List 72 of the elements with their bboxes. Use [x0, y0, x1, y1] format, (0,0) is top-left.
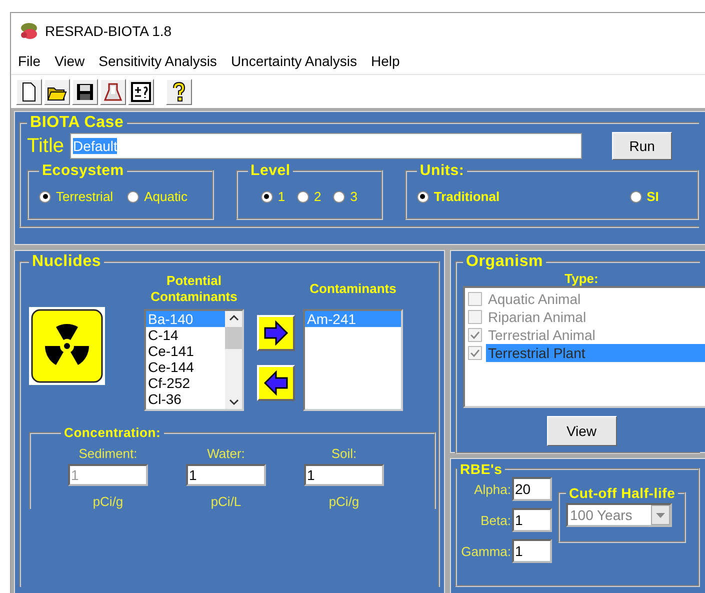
half-life-dropdown[interactable]: 100 Years — [566, 503, 672, 527]
menu-item[interactable]: Uncertainty Analysis — [230, 53, 357, 69]
scrollbar[interactable] — [225, 311, 242, 409]
radiation-icon — [29, 307, 105, 385]
add-button[interactable] — [257, 315, 295, 351]
caret-icon — [656, 512, 665, 518]
app-logo-icon — [19, 22, 39, 40]
field-label: Sediment: — [78, 446, 138, 461]
group-title: Concentration: — [63, 425, 162, 440]
document-icon — [21, 82, 37, 102]
group-title: RBE's — [459, 461, 504, 477]
group-title: Level — [250, 162, 292, 179]
group-title: BIOTA Case — [29, 114, 125, 132]
radio-option[interactable]: Aquatic — [127, 189, 188, 204]
unit-label: pCi/L — [210, 494, 242, 509]
help-button[interactable] — [166, 78, 192, 104]
menu-item[interactable]: File — [18, 53, 41, 69]
column-heading: Contaminants — [308, 281, 398, 297]
window-title: RESRAD-BIOTA 1.8 — [45, 22, 172, 38]
group-title: Nuclides — [31, 253, 102, 271]
list-item[interactable]: Cf-252 — [146, 375, 225, 391]
column-heading: Potential Contaminants — [150, 273, 238, 305]
radio-circle[interactable] — [333, 190, 346, 202]
radio-option[interactable]: SI — [630, 189, 659, 204]
unit-label: pCi/g — [92, 494, 124, 509]
plus-minus-button[interactable] — [128, 78, 154, 104]
flask-button[interactable] — [100, 78, 126, 104]
run-button[interactable]: Run — [612, 132, 672, 160]
group-title: Units: — [418, 162, 466, 179]
remove-button[interactable] — [257, 365, 295, 401]
potential-contaminants-list[interactable]: Ba-140 C-14 Ce-141 Ce-144 Cf-252 Cl-36 — [144, 309, 244, 411]
new-file-button[interactable] — [16, 78, 42, 104]
radio-option[interactable]: 1 — [260, 189, 286, 204]
field-label: Alpha: — [473, 482, 511, 496]
radio-circle[interactable] — [260, 190, 273, 202]
radio-circle[interactable] — [416, 190, 429, 202]
radio-option[interactable]: 3 — [333, 189, 358, 204]
field-label: Beta: — [480, 512, 511, 528]
radio-option[interactable]: Terrestrial — [39, 189, 114, 204]
list-item[interactable]: Cl-36 — [146, 391, 225, 407]
menu-item[interactable]: Help — [371, 53, 400, 69]
radio-circle[interactable] — [39, 190, 51, 202]
radio-circle[interactable] — [630, 190, 642, 202]
scrollbar-thumb[interactable] — [225, 327, 242, 349]
rbe-field[interactable]: 1 — [512, 508, 552, 532]
radio-circle[interactable] — [297, 190, 310, 202]
concentration-field[interactable]: 1 — [186, 464, 266, 486]
concentration-field[interactable]: 1 — [304, 464, 384, 486]
unit-label: pCi/g — [328, 494, 360, 509]
field-label: Water: — [207, 446, 245, 461]
group-title: Organism — [465, 253, 544, 271]
right-arrow-icon — [263, 320, 289, 346]
field-label: Gamma: — [460, 544, 511, 558]
radio-option[interactable]: Traditional — [416, 189, 500, 204]
group-title: Cut-off Half-life — [568, 485, 676, 501]
field-label: Soil: — [331, 446, 357, 461]
rbe-field[interactable]: 20 — [512, 477, 552, 501]
save-button[interactable] — [72, 78, 98, 104]
radio-circle[interactable] — [127, 190, 140, 202]
group-title: Ecosystem — [41, 162, 125, 179]
left-arrow-icon — [263, 370, 289, 396]
rbe-field[interactable]: 1 — [512, 539, 552, 563]
open-folder-button[interactable] — [44, 78, 70, 104]
menu-item[interactable]: Sensitivity Analysis — [98, 53, 217, 69]
type-label: Type: — [564, 271, 598, 286]
help-icon — [172, 82, 186, 102]
radio-option[interactable]: 2 — [297, 189, 322, 204]
title-label: Title — [27, 134, 64, 158]
list-item[interactable]: C-14 — [146, 327, 225, 343]
menu-item[interactable]: View — [54, 53, 85, 69]
list-item[interactable]: Ce-144 — [146, 359, 225, 375]
list-item[interactable]: Ce-141 — [146, 343, 225, 359]
